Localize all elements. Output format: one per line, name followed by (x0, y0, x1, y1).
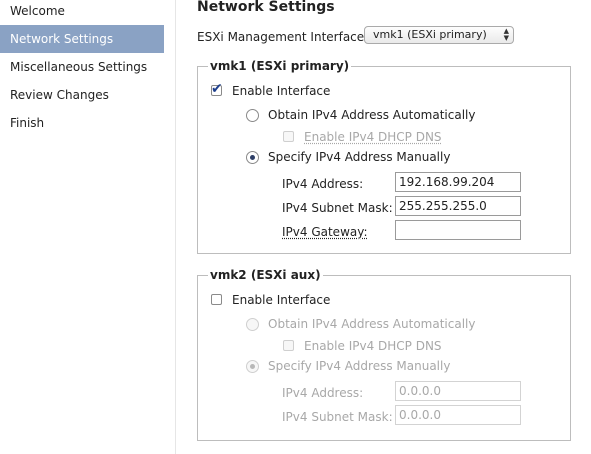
vmk1-gateway-label: IPv4 Gateway: (282, 225, 368, 239)
management-interface-label: ESXi Management Interface: (197, 30, 369, 44)
vmk2-enable-label: Enable Interface (232, 293, 331, 307)
vmk1-enable-label: Enable Interface (232, 84, 331, 98)
sidebar-item-welcome[interactable]: Welcome (0, 0, 164, 25)
vmk2-group: vmk2 (ESXi aux) Enable Interface Obtain … (197, 268, 571, 441)
vmk1-legend: vmk1 (ESXi primary) (208, 59, 352, 73)
vmk1-subnet-mask-label: IPv4 Subnet Mask: (282, 201, 393, 215)
vmk1-dhcp-dns-checkbox[interactable] (283, 131, 294, 142)
vmk1-subnet-mask-input[interactable] (395, 196, 521, 216)
vmk2-enable-checkbox[interactable] (211, 294, 222, 305)
select-arrows-icon: ▲ ▼ (503, 27, 509, 42)
management-interface-selected: vmk1 (ESXi primary) (373, 28, 487, 41)
vmk2-subnet-mask-label: IPv4 Subnet Mask: (282, 410, 393, 424)
vmk1-dhcp-dns-label: Enable IPv4 DHCP DNS (304, 130, 442, 144)
sidebar-item-miscellaneous-settings[interactable]: Miscellaneous Settings (0, 53, 164, 81)
vmk1-obtain-auto-label: Obtain IPv4 Address Automatically (268, 108, 476, 122)
vmk2-dhcp-dns-checkbox[interactable] (283, 340, 294, 351)
vmk2-legend: vmk2 (ESXi aux) (208, 268, 323, 282)
vmk1-enable-checkbox[interactable]: ✔ (211, 81, 223, 97)
sidebar-item-review-changes[interactable]: Review Changes (0, 81, 164, 109)
vmk2-subnet-mask-input[interactable] (395, 405, 521, 425)
vmk1-specify-manual-label: Specify IPv4 Address Manually (268, 150, 451, 164)
vmk2-ipv4-address-label: IPv4 Address: (282, 386, 364, 400)
vmk1-group: vmk1 (ESXi primary) ✔ Enable Interface O… (197, 59, 571, 254)
radio-selected-dot (250, 155, 255, 160)
vmk1-obtain-auto-radio[interactable] (246, 109, 259, 122)
vmk2-specify-manual-radio[interactable] (246, 360, 259, 373)
vmk1-ipv4-address-label: IPv4 Address: (282, 177, 364, 191)
vmk2-dhcp-dns-label: Enable IPv4 DHCP DNS (304, 339, 442, 353)
sidebar-item-finish[interactable]: Finish (0, 109, 164, 137)
main-panel: Network Settings ESXi Management Interfa… (176, 0, 591, 454)
management-interface-select[interactable]: vmk1 (ESXi primary) ▲ ▼ (364, 26, 514, 44)
sidebar-item-network-settings[interactable]: Network Settings (0, 25, 164, 53)
checkmark-icon: ✔ (211, 81, 223, 97)
radio-selected-dot (250, 364, 255, 369)
vmk2-specify-manual-label: Specify IPv4 Address Manually (268, 359, 451, 373)
vmk1-gateway-input[interactable] (395, 220, 521, 240)
vmk2-obtain-auto-label: Obtain IPv4 Address Automatically (268, 317, 476, 331)
sidebar: Welcome Network Settings Miscellaneous S… (0, 0, 176, 454)
page-title: Network Settings (197, 0, 335, 15)
vmk2-ipv4-address-input[interactable] (395, 381, 521, 401)
vmk1-ipv4-address-input[interactable] (395, 172, 521, 192)
vmk2-obtain-auto-radio[interactable] (246, 318, 259, 331)
vmk1-specify-manual-radio[interactable] (246, 151, 259, 164)
